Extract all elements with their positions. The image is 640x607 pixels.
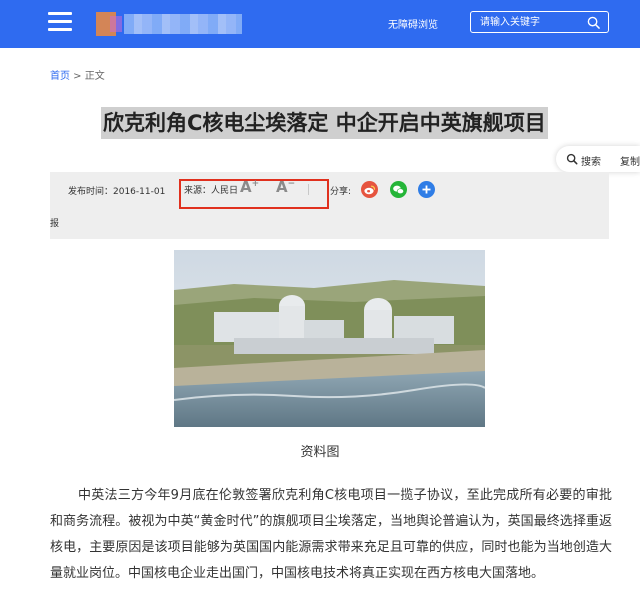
font-increase-button[interactable]: A+ <box>240 178 259 196</box>
search-icon[interactable] <box>587 16 600 29</box>
selection-copy-button[interactable]: 复制 <box>620 153 640 168</box>
image-caption: 资料图 <box>300 445 340 460</box>
article-paragraph: 中英法三方今年9月底在伦敦签署欣克利角C核电项目一揽子协议，至此完成所有必要的审… <box>50 488 612 581</box>
font-decrease-letter: A <box>276 178 288 196</box>
font-decrease-sign: − <box>287 179 296 189</box>
search-icon[interactable] <box>566 153 578 165</box>
top-navigation-bar: 无障碍浏览 <box>0 0 640 48</box>
publish-time: 发布时间：2016-11-01 <box>68 187 166 197</box>
breadcrumb-current: 正文 <box>84 71 105 82</box>
plus-share-icon[interactable] <box>418 181 435 198</box>
search-box <box>470 11 609 33</box>
font-increase-letter: A <box>240 178 252 196</box>
font-increase-sign: + <box>251 179 260 189</box>
article-source: 来源：人民日 <box>184 186 239 196</box>
site-logo[interactable] <box>96 10 242 38</box>
hamburger-menu-icon[interactable] <box>48 12 72 32</box>
font-decrease-button[interactable]: A− <box>276 178 295 196</box>
search-input[interactable] <box>471 12 581 32</box>
article-meta-bar: 发布时间：2016-11-01 来源：人民日 A+ A− 分享: 报 <box>50 172 609 239</box>
article-title: 欣克利角C核电尘埃落定 中企开启中英旗舰项目 <box>101 107 548 139</box>
share-label: 分享: <box>330 187 352 197</box>
divider <box>308 184 309 195</box>
weibo-icon[interactable] <box>361 181 378 198</box>
breadcrumb-separator: > <box>70 71 85 82</box>
selection-search-button[interactable]: 搜索 <box>581 153 601 168</box>
wechat-icon[interactable] <box>390 181 407 198</box>
breadcrumb: 首页 > 正文 <box>50 67 105 82</box>
article-source-overflow: 报 <box>50 219 60 229</box>
selection-toolbar: 搜索 复制 <box>556 146 640 172</box>
breadcrumb-home-link[interactable]: 首页 <box>50 71 70 82</box>
article-image <box>174 250 485 427</box>
barrier-free-link[interactable]: 无障碍浏览 <box>388 16 438 31</box>
